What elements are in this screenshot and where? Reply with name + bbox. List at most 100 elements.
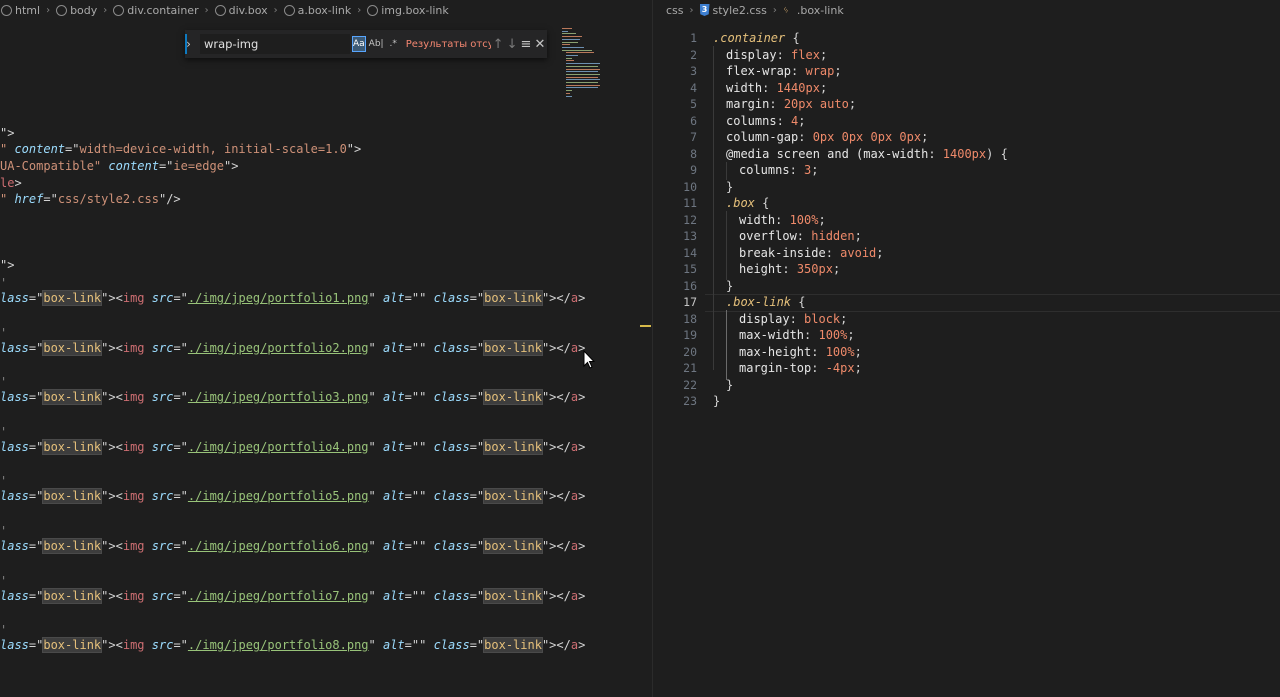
code-token: =" bbox=[28, 588, 44, 603]
css-code-line[interactable]: flex-wrap: wrap; bbox=[726, 63, 842, 80]
code-token: columns bbox=[739, 163, 790, 177]
portfolio-code-line[interactable]: lass="box-link"><img src="./img/jpeg/por… bbox=[0, 290, 585, 306]
code-token: : bbox=[762, 80, 777, 95]
code-token: ./img/jpeg/portfolio6.png bbox=[187, 539, 369, 553]
css-code-line[interactable]: .box-link { bbox=[726, 294, 805, 311]
find-widget: › Aa Ab| .* Результаты отсутствуют ↑ ↓ ≡… bbox=[185, 30, 547, 58]
match-case-toggle[interactable]: Aa bbox=[351, 36, 366, 52]
breadcrumb-item-img-box-link[interactable]: img.box-link bbox=[364, 2, 450, 18]
css-code-line[interactable]: display: block; bbox=[739, 311, 847, 328]
line-number: 21 bbox=[683, 361, 697, 375]
breadcrumb-item-div-container[interactable]: div.container bbox=[111, 2, 199, 18]
portfolio-code-line[interactable]: lass="box-link"><img src="./img/jpeg/por… bbox=[0, 637, 585, 654]
code-token: box-link bbox=[42, 389, 103, 406]
code-line[interactable]: "> bbox=[0, 125, 14, 141]
code-token: a bbox=[570, 390, 579, 405]
code-line[interactable]: le> bbox=[0, 175, 22, 191]
code-token: : bbox=[811, 361, 826, 375]
close-icon[interactable]: ✕ bbox=[533, 34, 547, 54]
regex-toggle[interactable]: .* bbox=[387, 36, 400, 52]
css-code-line[interactable]: column-gap: 0px 0px 0px 0px; bbox=[726, 129, 928, 146]
code-token: href bbox=[14, 192, 44, 206]
code-line[interactable]: " content="width=device-width, initial-s… bbox=[0, 141, 361, 157]
code-token: " bbox=[419, 539, 434, 553]
code-token: " bbox=[368, 638, 383, 653]
css-code-line[interactable]: columns: 4; bbox=[726, 113, 806, 130]
previous-match-arrow-up-icon[interactable]: ↑ bbox=[491, 34, 505, 54]
code-line[interactable]: "> bbox=[0, 257, 14, 273]
code-token: " bbox=[368, 439, 383, 454]
code-token: overflow bbox=[739, 229, 797, 243]
code-token: "/> bbox=[158, 192, 181, 206]
css-code-line[interactable]: overflow: hidden; bbox=[739, 228, 862, 245]
code-token: ; bbox=[847, 328, 855, 342]
minimap-line bbox=[566, 52, 594, 54]
find-input[interactable] bbox=[199, 34, 350, 54]
code-token: =" bbox=[469, 489, 485, 504]
whole-word-toggle[interactable]: Ab| bbox=[368, 36, 385, 52]
code-line[interactable]: UA-Compatible" content="ie=edge"> bbox=[0, 158, 238, 174]
line-number: 11 bbox=[683, 196, 697, 210]
css-code-line[interactable]: } bbox=[713, 393, 720, 410]
code-token: >< bbox=[108, 390, 123, 405]
breadcrumb-item-css-folder[interactable]: css bbox=[665, 4, 685, 17]
breadcrumb-item-a-box-link[interactable]: a.box-link bbox=[281, 2, 353, 18]
code-token: src bbox=[151, 539, 174, 553]
css-code-line[interactable]: width: 100%; bbox=[739, 212, 826, 229]
code-token: ./img/jpeg/portfolio5.png bbox=[187, 489, 369, 504]
minimap[interactable] bbox=[560, 28, 640, 108]
code-token: ; bbox=[819, 47, 828, 62]
code-token: ; bbox=[819, 80, 828, 95]
code-token: column-gap bbox=[726, 130, 799, 144]
code-token: flex bbox=[791, 47, 820, 62]
portfolio-code-line[interactable]: lass="box-link"><img src="./img/jpeg/por… bbox=[0, 538, 585, 554]
portfolio-code-line[interactable]: lass="box-link"><img src="./img/jpeg/por… bbox=[0, 339, 585, 356]
breadcrumb-item-div-box[interactable]: div.box bbox=[212, 2, 269, 18]
find-in-selection-icon[interactable]: ≡ bbox=[519, 34, 533, 54]
code-line[interactable]: " href="css/style2.css"/> bbox=[0, 191, 181, 207]
css-editor-pane[interactable]: css › 3 style2.css › ᛃ .box-link 1 .contain… bbox=[652, 0, 1280, 697]
css-code-line[interactable]: @media screen and (max-width: 1400px) { bbox=[726, 146, 1008, 163]
code-token: =" bbox=[28, 439, 44, 454]
css-code-line[interactable]: break-inside: avoid; bbox=[739, 245, 884, 262]
portfolio-code-line[interactable]: lass="box-link"><img src="./img/jpeg/por… bbox=[0, 488, 585, 505]
indent-guide bbox=[726, 162, 727, 180]
css-code-line[interactable]: max-width: 100%; bbox=[739, 327, 855, 344]
breadcrumb-item-box-link-selector[interactable]: ᛃ .box-link bbox=[782, 4, 845, 17]
code-token: box-link bbox=[483, 538, 543, 554]
css-code-line[interactable]: } bbox=[726, 179, 733, 196]
portfolio-code-line[interactable]: lass="box-link"><img src="./img/jpeg/por… bbox=[0, 587, 585, 604]
portfolio-code-line[interactable]: lass="box-link"><img src="./img/jpeg/por… bbox=[0, 389, 585, 406]
css-code-line[interactable]: max-height: 100%; bbox=[739, 344, 862, 361]
code-token: box-link bbox=[42, 538, 103, 554]
breadcrumb-item-html[interactable]: html bbox=[0, 2, 41, 18]
code-token: ; bbox=[840, 311, 848, 326]
css-code-line[interactable]: columns: 3; bbox=[739, 162, 819, 179]
css-breadcrumb: css › 3 style2.css › ᛃ .box-link bbox=[665, 0, 1280, 20]
code-token: ./img/jpeg/portfolio7.png bbox=[187, 588, 369, 603]
css-code-line[interactable]: } bbox=[726, 377, 733, 394]
next-match-arrow-down-icon[interactable]: ↓ bbox=[505, 34, 519, 54]
css-code-line[interactable]: height: 350px; bbox=[739, 261, 840, 278]
code-token: "></ bbox=[541, 390, 571, 405]
line-number: 1 bbox=[690, 31, 697, 45]
code-token: lass bbox=[0, 489, 29, 504]
css-code-line[interactable]: width: 1440px; bbox=[726, 80, 827, 97]
css-code-line[interactable]: display: flex; bbox=[726, 47, 827, 64]
html-editor-pane[interactable]: html › body › div.container › div.box › … bbox=[0, 0, 652, 697]
code-token: } bbox=[726, 377, 734, 392]
code-line-tick: ' bbox=[0, 325, 8, 340]
css-code-line[interactable]: margin-top: -4px; bbox=[739, 360, 862, 377]
code-token: ./img/jpeg/portfolio3.png bbox=[187, 390, 369, 405]
code-token: { bbox=[785, 31, 800, 45]
breadcrumb-item-body[interactable]: body bbox=[53, 2, 98, 18]
css-code-line[interactable]: .container { bbox=[713, 30, 800, 47]
portfolio-code-line[interactable]: lass="box-link"><img src="./img/jpeg/por… bbox=[0, 438, 585, 455]
code-token: =" bbox=[28, 390, 44, 405]
css-code-line[interactable]: } bbox=[726, 278, 733, 295]
css-code-line[interactable]: margin: 20px auto; bbox=[726, 96, 856, 113]
minimap-line bbox=[566, 57, 572, 59]
css-code-line[interactable]: .box { bbox=[726, 195, 769, 212]
breadcrumb-item-style2-css[interactable]: 3 style2.css bbox=[699, 4, 768, 17]
